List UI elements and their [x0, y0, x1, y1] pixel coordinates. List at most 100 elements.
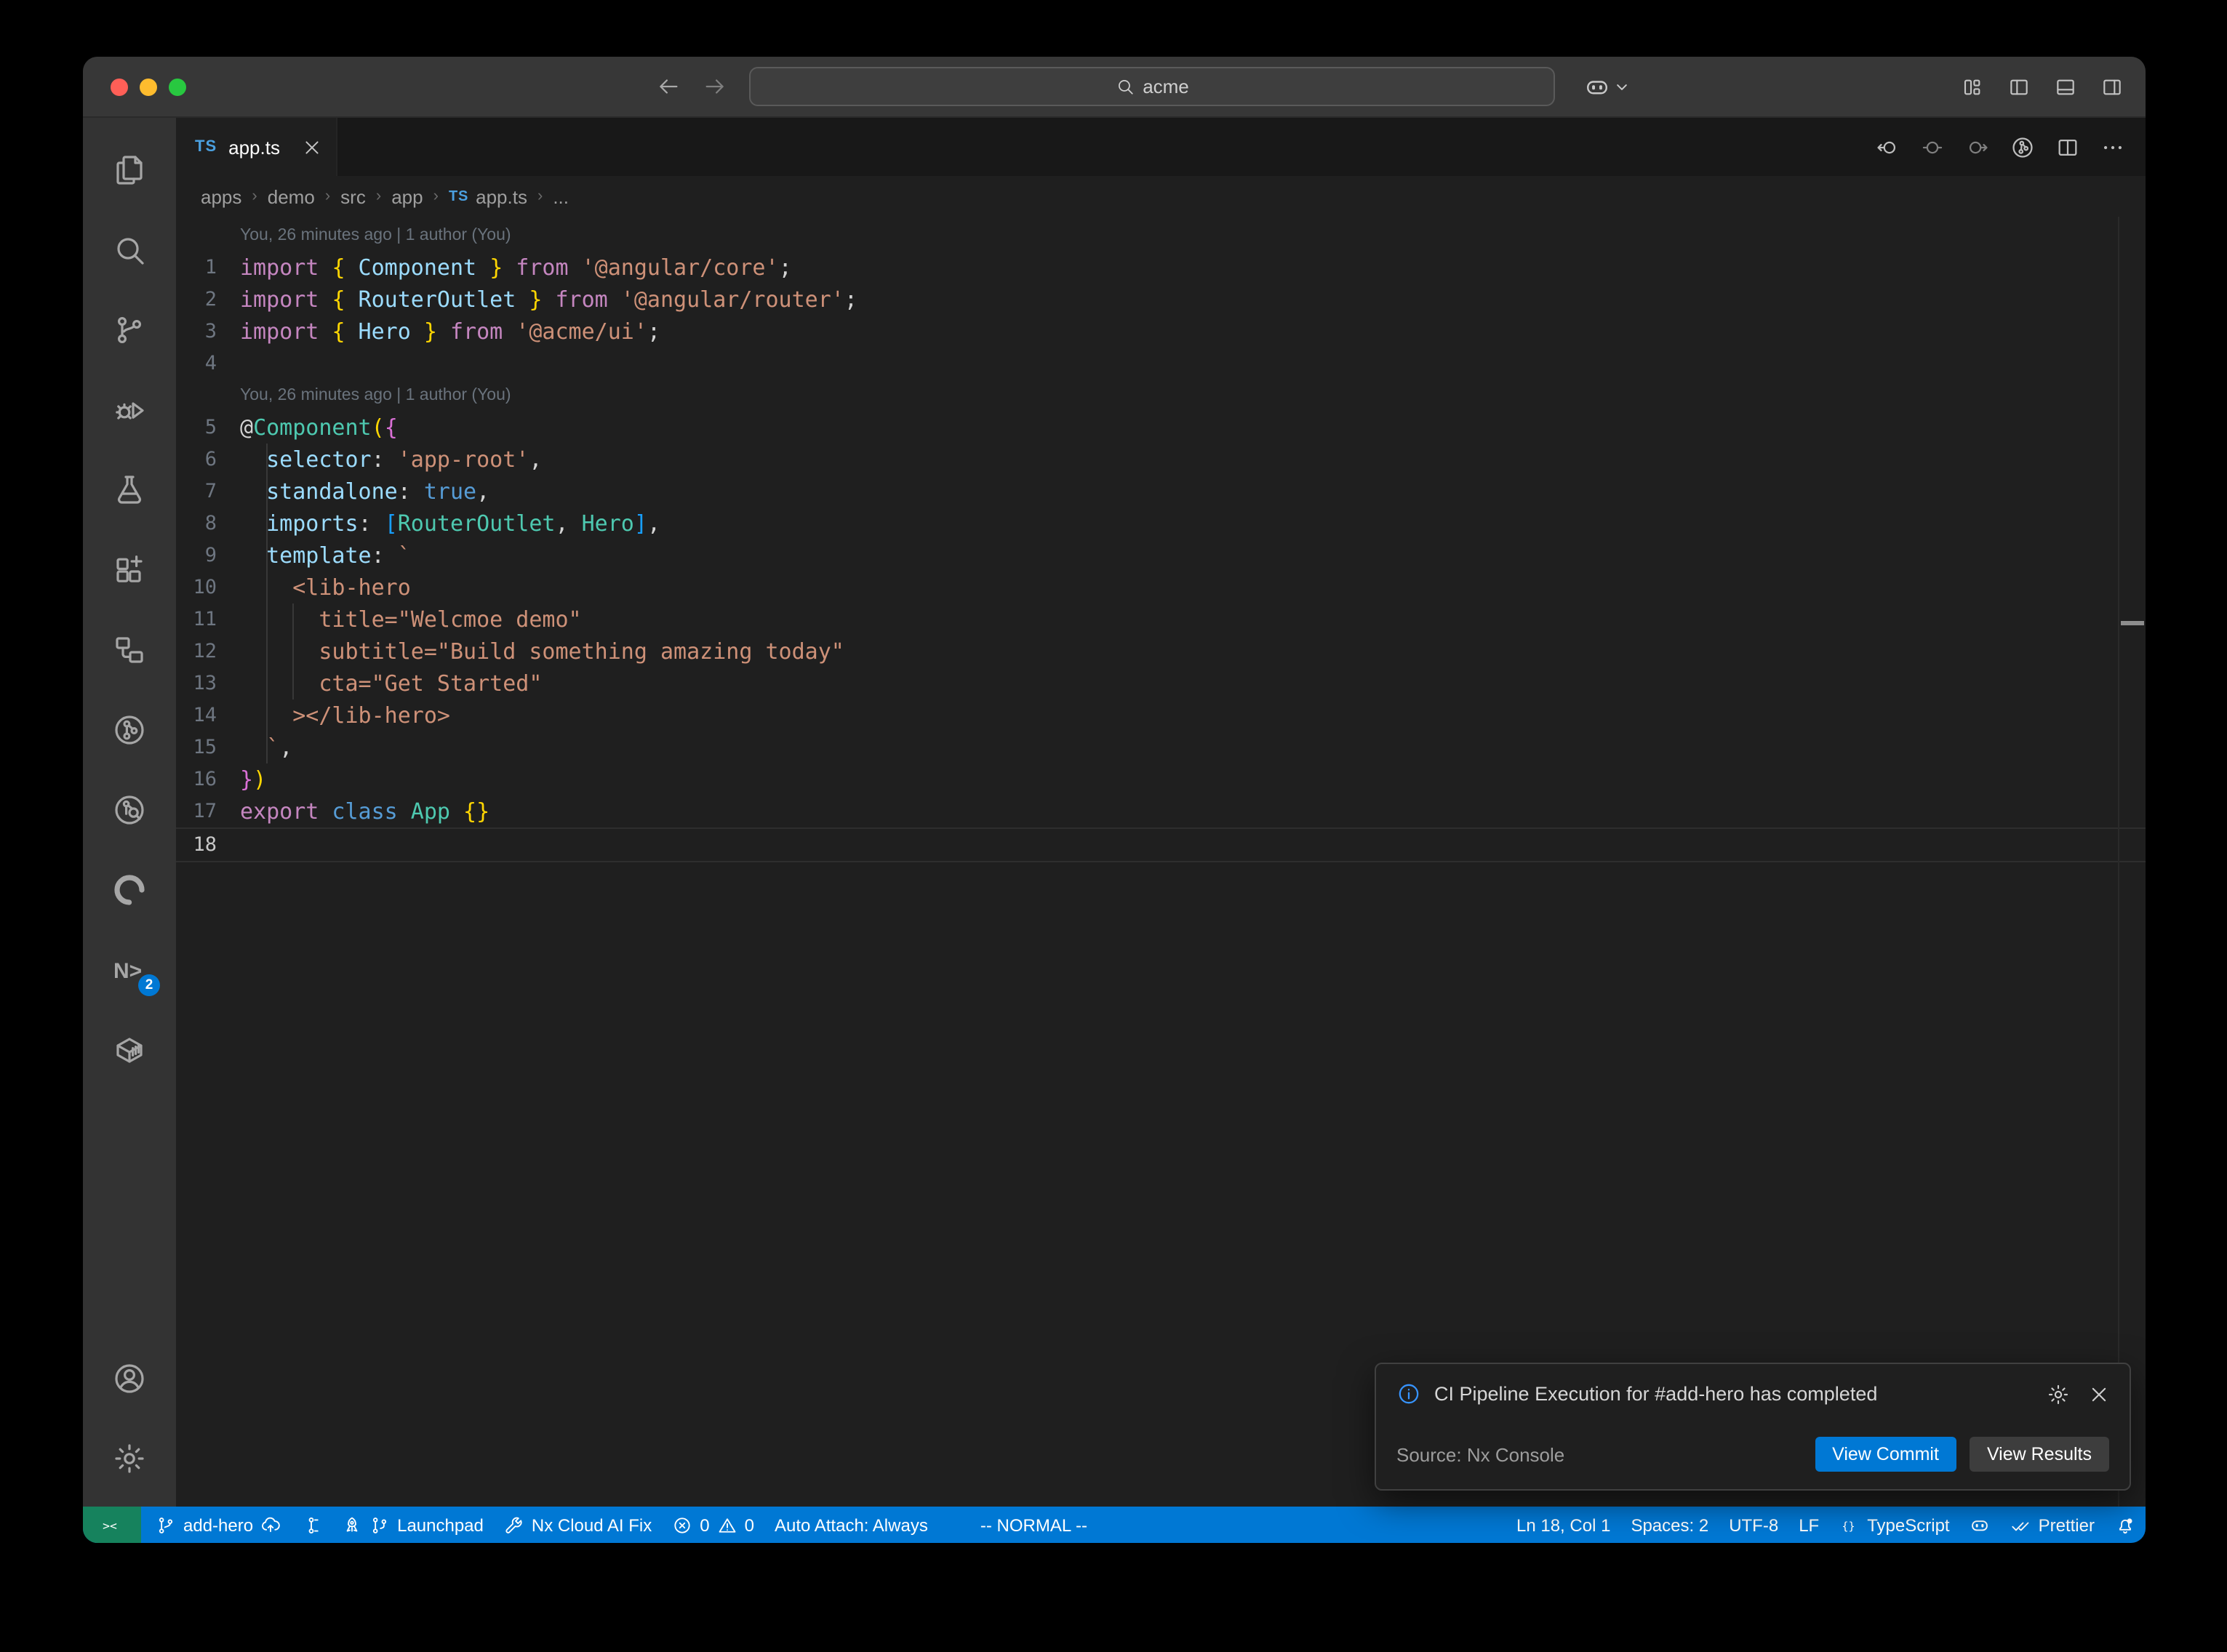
- extensions-icon: [112, 552, 147, 587]
- scrollbar-track[interactable]: [2118, 217, 2119, 1507]
- more-actions-button[interactable]: [2100, 135, 2125, 159]
- view-commit-button[interactable]: View Commit: [1815, 1437, 1956, 1472]
- nav-back-icon[interactable]: [656, 74, 681, 99]
- line-number: 14: [176, 699, 240, 731]
- code-line: 10 <lib-hero: [176, 572, 2146, 604]
- open-next-change-button[interactable]: [1965, 135, 1990, 159]
- code-text: `,: [240, 731, 2146, 763]
- breadcrumb-separator: ›: [325, 188, 330, 205]
- status-nx-cloud-ai-fix[interactable]: Nx Cloud AI Fix: [494, 1507, 662, 1543]
- status-commits-status[interactable]: [291, 1507, 332, 1543]
- swirl-icon: [112, 872, 147, 907]
- breadcrumb-item--[interactable]: ...: [553, 185, 569, 207]
- copilot-menu[interactable]: [1584, 57, 1629, 116]
- line-number: 1: [176, 252, 240, 284]
- activity-bar-item-testing[interactable]: [83, 449, 176, 529]
- activity-bar-item-gitlens[interactable]: [83, 689, 176, 769]
- status-remote-indicator[interactable]: ><: [83, 1507, 141, 1543]
- status-launchpad-status[interactable]: Launchpad: [332, 1507, 494, 1543]
- error-icon: [672, 1515, 692, 1535]
- status-copilot-status[interactable]: [1960, 1507, 2001, 1543]
- code-text: @Component({: [240, 412, 2146, 444]
- status-label: Nx Cloud AI Fix: [532, 1515, 652, 1535]
- status-notifications-bell[interactable]: [2105, 1507, 2146, 1543]
- activity-bar-item-settings[interactable]: [83, 1418, 176, 1498]
- command-center-search[interactable]: acme: [749, 67, 1555, 106]
- status-bar-right: Ln 18, Col 1Spaces: 2UTF-8LF{}TypeScript…: [1506, 1507, 2146, 1543]
- activity-bar-item-explorer[interactable]: [83, 129, 176, 209]
- commit-graph-button[interactable]: [2010, 135, 2035, 159]
- project-icon: [112, 632, 147, 667]
- code-editor[interactable]: You, 26 minutes ago | 1 author (You)1imp…: [176, 217, 2146, 1507]
- double-check-icon: [2011, 1515, 2031, 1535]
- status-label: Prettier: [2039, 1515, 2095, 1535]
- breadcrumb-item-app-ts[interactable]: TSapp.ts: [449, 185, 527, 207]
- activity-bar-item-project-structure[interactable]: [83, 609, 176, 689]
- cloud-upload-icon: [260, 1515, 281, 1535]
- line-number: 2: [176, 284, 240, 316]
- gitlens-icon: [112, 712, 147, 747]
- code-line: 3import { Hero } from '@acme/ui';: [176, 316, 2146, 348]
- status-indentation[interactable]: Spaces: 2: [1620, 1507, 1719, 1543]
- code-line: 1import { Component } from '@angular/cor…: [176, 252, 2146, 284]
- activity-bar-item-gitlens-search[interactable]: [83, 769, 176, 849]
- toggle-panel-left-icon[interactable]: [2007, 75, 2031, 98]
- breadcrumb-item-app[interactable]: app: [391, 185, 423, 207]
- notification-close-icon[interactable]: [2089, 1384, 2109, 1404]
- tab-app-ts[interactable]: TS app.ts: [176, 118, 338, 176]
- status-encoding[interactable]: UTF-8: [1719, 1507, 1788, 1543]
- gitlens-search-icon: [112, 792, 147, 827]
- maximize-window-button[interactable]: [169, 78, 186, 95]
- minimize-window-button[interactable]: [140, 78, 157, 95]
- desktop: acme N>2 TS app.ts apps›dem: [0, 0, 2227, 1652]
- notification-settings-icon[interactable]: [2047, 1382, 2070, 1406]
- code-line: 11 title="Welcmoe demo": [176, 604, 2146, 635]
- close-tab-icon[interactable]: [303, 137, 322, 156]
- code-text: import { Hero } from '@acme/ui';: [240, 316, 2146, 348]
- view-results-button[interactable]: View Results: [1970, 1437, 2109, 1472]
- open-change-button[interactable]: [1920, 135, 1945, 159]
- activity-bar-item-search[interactable]: [83, 209, 176, 289]
- activity-bar-item-accounts[interactable]: [83, 1338, 176, 1418]
- status-branch-status[interactable]: add-hero: [145, 1507, 291, 1543]
- activity-bar-item-containers[interactable]: [83, 1009, 176, 1089]
- toggle-panel-right-icon[interactable]: [2100, 75, 2124, 98]
- status-language-mode[interactable]: {}TypeScript: [1829, 1507, 1959, 1543]
- status-cursor-position[interactable]: Ln 18, Col 1: [1506, 1507, 1620, 1543]
- blame-annotation[interactable]: You, 26 minutes ago | 1 author (You): [176, 380, 2146, 412]
- code-line: 14 ></lib-hero>: [176, 699, 2146, 731]
- status-eol[interactable]: LF: [1788, 1507, 1829, 1543]
- breadcrumb-label: demo: [268, 185, 315, 207]
- code-line: 7 standalone: true,: [176, 476, 2146, 508]
- notification-source: Source: Nx Console: [1396, 1443, 1564, 1465]
- code-lines: You, 26 minutes ago | 1 author (You)1imp…: [176, 220, 2146, 862]
- split-editor-button[interactable]: [2055, 135, 2080, 159]
- activity-bar-item-extensions[interactable]: [83, 529, 176, 609]
- breadcrumb-item-src[interactable]: src: [340, 185, 366, 207]
- open-previous-change-button[interactable]: [1875, 135, 1900, 159]
- files-icon: [112, 152, 147, 187]
- blame-annotation[interactable]: You, 26 minutes ago | 1 author (You): [176, 220, 2146, 252]
- status-problems-status[interactable]: 00: [662, 1507, 764, 1543]
- customize-layout-icon[interactable]: [1961, 75, 1984, 98]
- activity-bar-item-nx-console[interactable]: N>2: [83, 929, 176, 1009]
- line-number: 11: [176, 604, 240, 635]
- bell-dot-icon: [2115, 1515, 2135, 1535]
- status-auto-attach[interactable]: Auto Attach: Always: [764, 1507, 938, 1543]
- status-formatter-status[interactable]: Prettier: [2001, 1507, 2105, 1543]
- activity-bar-item-edge-tools[interactable]: [83, 849, 176, 929]
- close-window-button[interactable]: [111, 78, 128, 95]
- status-label: Launchpad: [397, 1515, 484, 1535]
- breadcrumb-item-apps[interactable]: apps: [201, 185, 241, 207]
- toggle-panel-bottom-icon[interactable]: [2054, 75, 2077, 98]
- code-text: [240, 829, 2146, 861]
- breadcrumb-item-demo[interactable]: demo: [268, 185, 315, 207]
- breadcrumb-label: ...: [553, 185, 569, 207]
- status-vim-mode[interactable]: -- NORMAL --: [970, 1507, 1097, 1543]
- activity-bar-item-run-debug[interactable]: [83, 369, 176, 449]
- indent-guide: [292, 604, 294, 699]
- activity-bar-item-source-control[interactable]: [83, 289, 176, 369]
- notification-toast: CI Pipeline Execution for #add-hero has …: [1375, 1363, 2131, 1491]
- nav-forward-icon[interactable]: [703, 74, 727, 99]
- breadcrumb-label: src: [340, 185, 366, 207]
